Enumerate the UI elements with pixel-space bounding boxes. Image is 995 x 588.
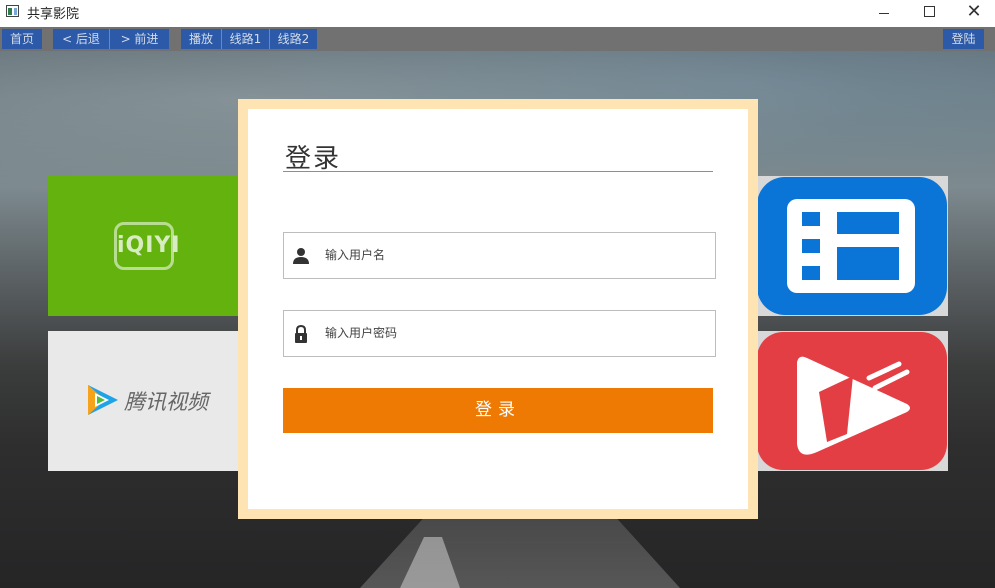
play-app-background	[757, 332, 947, 470]
tencent-video-tile[interactable]: 腾讯视频	[48, 331, 239, 471]
username-input[interactable]	[325, 244, 695, 266]
login-dialog-frame: 登录 登录	[238, 99, 758, 519]
film-app-icon	[787, 199, 915, 293]
user-icon	[293, 248, 309, 264]
forward-button[interactable]: > 前进	[110, 29, 169, 49]
window-title: 共享影院	[27, 7, 80, 22]
window-titlebar: 共享影院 ✕	[0, 0, 995, 27]
line2-button[interactable]: 线路2	[270, 29, 317, 49]
maximize-icon	[924, 6, 935, 17]
login-dialog: 登录 登录	[248, 109, 748, 509]
play-button[interactable]: 播放	[181, 29, 222, 49]
film-app-tile[interactable]	[757, 176, 948, 316]
play-app-tile[interactable]	[757, 331, 948, 471]
film-app-background	[757, 177, 947, 315]
minimize-button[interactable]	[861, 0, 907, 27]
title-divider	[283, 171, 713, 172]
login-title: 登录	[285, 144, 342, 174]
playback-group: 播放 线路1 线路2	[181, 29, 317, 49]
maximize-button[interactable]	[906, 0, 952, 27]
login-nav-button[interactable]: 登陆	[943, 29, 984, 49]
minimize-icon	[879, 13, 889, 14]
username-field[interactable]	[283, 232, 716, 279]
back-button[interactable]: < 后退	[53, 29, 110, 49]
line1-button[interactable]: 线路1	[222, 29, 270, 49]
app-icon	[6, 5, 19, 17]
history-group: < 后退 > 前进	[53, 29, 169, 49]
login-submit-button[interactable]: 登录	[283, 388, 713, 433]
navigation-bar: 首页 < 后退 > 前进 播放 线路1 线路2 登陆	[0, 27, 995, 51]
iqiyi-tile[interactable]: iQIYI	[48, 176, 239, 316]
home-button[interactable]: 首页	[2, 29, 42, 49]
close-button[interactable]: ✕	[951, 0, 995, 27]
lock-icon	[295, 325, 307, 343]
close-icon: ✕	[966, 1, 982, 22]
password-input[interactable]	[325, 322, 695, 344]
iqiyi-logo: iQIYI	[114, 222, 180, 270]
tencent-video-text: 腾讯视频	[124, 390, 208, 414]
play-app-icon	[797, 356, 910, 455]
password-field[interactable]	[283, 310, 716, 357]
tencent-video-logo-icon	[88, 385, 118, 415]
